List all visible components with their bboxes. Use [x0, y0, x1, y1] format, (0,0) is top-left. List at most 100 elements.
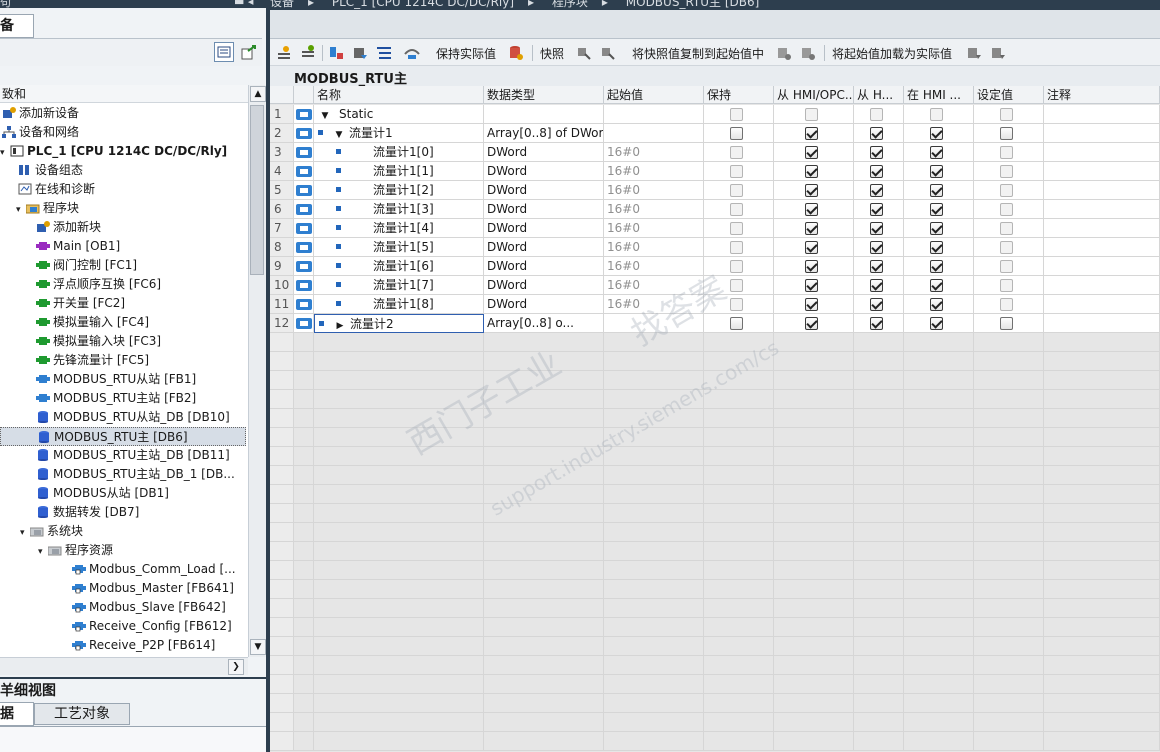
tree-item[interactable]: MODBUS从站 [DB1] [0, 484, 246, 503]
data-type-cell[interactable]: DWord [484, 276, 604, 295]
tree-item[interactable]: MODBUS_RTU主站_DB [DB11] [0, 446, 246, 465]
name-cell[interactable]: 流量计1[6] [314, 257, 484, 276]
tree-item[interactable]: Modbus_Comm_Load [... [0, 560, 246, 579]
name-cell[interactable]: 流量计1[0] [314, 143, 484, 162]
table-row[interactable]: 12▶流量计2☰▼Array[0..8] o... [270, 314, 1160, 333]
copy-alt-icon[interactable] [800, 45, 816, 61]
checkbox[interactable] [730, 127, 743, 140]
data-type-cell[interactable]: DWord [484, 257, 604, 276]
checkbox[interactable] [805, 184, 818, 197]
checkbox[interactable] [870, 184, 883, 197]
snapshot-load-icon[interactable] [600, 45, 616, 61]
breadcrumb-item[interactable]: 设备 [270, 0, 294, 9]
keep-actual-values-button[interactable]: 保持实际值 [436, 45, 496, 62]
panel-pin-icon[interactable]: ▬ ◂ [234, 0, 253, 8]
checkbox[interactable] [1000, 222, 1013, 235]
checkbox[interactable] [930, 298, 943, 311]
checkbox[interactable] [1000, 279, 1013, 292]
breadcrumb-item[interactable]: 程序块 [552, 0, 588, 9]
tree-item[interactable]: MODBUS_RTU主 [DB6] [0, 427, 246, 446]
comment-cell[interactable] [1044, 314, 1160, 333]
checkbox[interactable] [930, 165, 943, 178]
snapshot-button[interactable]: 快照 [540, 45, 564, 62]
checkbox[interactable] [1000, 317, 1013, 330]
insert-row-icon[interactable] [276, 45, 292, 61]
name-cell[interactable]: 流量计1[4] [314, 219, 484, 238]
checkbox[interactable] [930, 279, 943, 292]
name-cell[interactable]: 流量计1[5] [314, 238, 484, 257]
start-value-cell[interactable]: 16#0 [604, 295, 704, 314]
scroll-right-button[interactable]: ❯ [228, 659, 244, 675]
table-row[interactable]: 6 流量计1[3] DWord 16#0 [270, 200, 1160, 219]
row-number[interactable]: 5 [270, 181, 294, 200]
column-header[interactable]: 名称 [314, 86, 484, 104]
data-type-cell[interactable]: DWord [484, 162, 604, 181]
comment-cell[interactable] [1044, 105, 1160, 124]
row-number[interactable]: 6 [270, 200, 294, 219]
column-header[interactable]: 从 HMI/OPC... [774, 86, 854, 104]
db-cylinder-icon[interactable] [508, 45, 524, 61]
tree-item[interactable]: Modbus_Master [FB641] [0, 579, 246, 598]
data-type-cell[interactable]: DWord [484, 295, 604, 314]
export-icon[interactable] [240, 43, 258, 64]
table-row[interactable]: 9 流量计1[6] DWord 16#0 [270, 257, 1160, 276]
tree-item[interactable]: 添加新设备 [0, 104, 246, 123]
table-row[interactable]: 3 流量计1[0] DWord 16#0 [270, 143, 1160, 162]
devices-tab[interactable]: 备 [0, 14, 34, 38]
checkbox[interactable] [730, 260, 743, 273]
technology-objects-tab[interactable]: 工艺对象 [34, 703, 130, 725]
checkbox[interactable] [870, 317, 883, 330]
start-value-cell[interactable]: 16#0 [604, 181, 704, 200]
comment-cell[interactable] [1044, 219, 1160, 238]
breadcrumb-item[interactable]: MODBUS_RTU主 [DB6] [626, 0, 760, 9]
checkbox[interactable] [870, 260, 883, 273]
load-icon[interactable] [966, 45, 982, 61]
checkbox[interactable] [805, 241, 818, 254]
checkbox[interactable] [870, 127, 883, 140]
tree-item[interactable]: Modbus_Slave [FB642] [0, 598, 246, 617]
scroll-thumb[interactable] [250, 105, 264, 275]
tree-item[interactable]: ▾ PLC_1 [CPU 1214C DC/DC/Rly] [0, 142, 246, 161]
comment-cell[interactable] [1044, 162, 1160, 181]
snapshot-copy-icon[interactable] [576, 45, 592, 61]
checkbox[interactable] [730, 298, 743, 311]
tree-item[interactable]: 模拟量输入 [FC4] [0, 313, 246, 332]
table-row[interactable]: 10 流量计1[7] DWord 16#0 [270, 276, 1160, 295]
expand-arrow-icon[interactable]: ▶ [334, 317, 346, 332]
name-cell[interactable]: ▼ 流量计1 [314, 124, 484, 143]
checkbox[interactable] [870, 279, 883, 292]
name-cell[interactable]: 流量计1[3] [314, 200, 484, 219]
tree-item[interactable]: 添加新块 [0, 218, 246, 237]
start-value-cell[interactable]: 16#0 [604, 143, 704, 162]
column-header[interactable]: 数据类型 [484, 86, 604, 104]
column-header[interactable]: 保持 [704, 86, 774, 104]
tree-item[interactable]: MODBUS_RTU主站 [FB2] [0, 389, 246, 408]
start-value-cell[interactable]: 16#0 [604, 238, 704, 257]
tree-horizontal-scrollbar[interactable]: ❯ [0, 657, 248, 675]
checkbox[interactable] [805, 203, 818, 216]
collapse-all-icon[interactable] [352, 45, 368, 61]
checkbox[interactable] [1000, 203, 1013, 216]
start-value-cell[interactable] [604, 314, 704, 333]
data-type-cell[interactable]: Array[0..8] of DWord [484, 124, 604, 143]
checkbox[interactable] [1000, 165, 1013, 178]
start-value-cell[interactable]: 16#0 [604, 162, 704, 181]
start-value-cell[interactable]: 16#0 [604, 276, 704, 295]
column-header[interactable]: 注释 [1044, 86, 1160, 104]
row-number[interactable]: 12 [270, 314, 294, 333]
tree-item[interactable]: Receive_P2P [FB614] [0, 636, 246, 655]
name-cell[interactable]: ▼ Static [314, 105, 484, 124]
row-number[interactable]: 7 [270, 219, 294, 238]
row-number[interactable]: 9 [270, 257, 294, 276]
checkbox[interactable] [930, 108, 943, 121]
column-header[interactable] [294, 86, 314, 104]
overview-view-icon[interactable] [214, 42, 234, 62]
checkbox[interactable] [1000, 298, 1013, 311]
checkbox[interactable] [930, 127, 943, 140]
tree-item[interactable]: 设备和网络 [0, 123, 246, 142]
checkbox[interactable] [1000, 108, 1013, 121]
comment-cell[interactable] [1044, 124, 1160, 143]
checkbox[interactable] [1000, 184, 1013, 197]
table-row[interactable]: 11 流量计1[8] DWord 16#0 [270, 295, 1160, 314]
checkbox[interactable] [1000, 260, 1013, 273]
